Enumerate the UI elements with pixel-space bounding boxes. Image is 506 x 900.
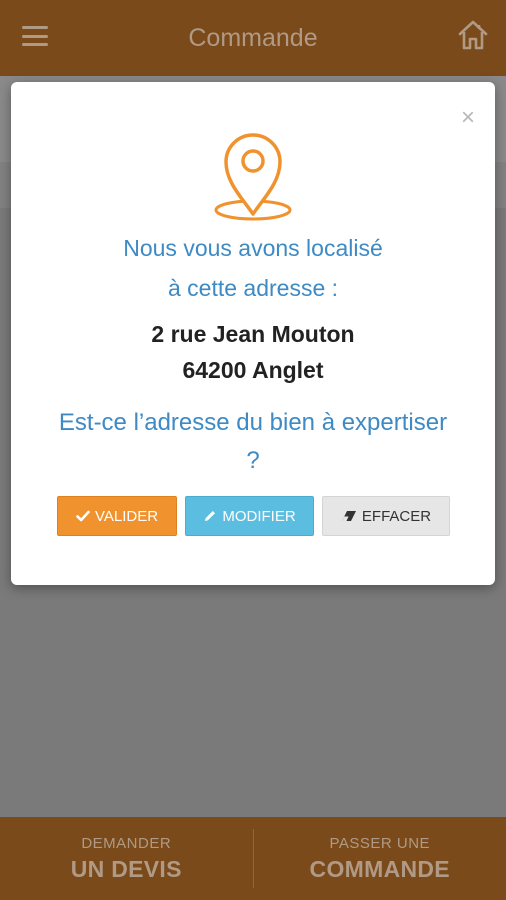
- validate-button[interactable]: VALIDER: [57, 496, 177, 536]
- top-app-bar: Commande: [0, 0, 506, 76]
- address-city: 64200 Anglet: [182, 357, 324, 383]
- close-icon[interactable]: ×: [461, 106, 475, 130]
- clear-button-label: EFFACER: [361, 507, 432, 525]
- located-message: Nous vous avons localisé à cette adresse…: [11, 228, 495, 308]
- validate-button-label: VALIDER: [94, 507, 159, 525]
- modal-actions: VALIDER MODIFIER EFFACER: [57, 496, 450, 536]
- address-confirmation-modal: × Nous vous avons localisé à cette adres…: [11, 82, 495, 585]
- place-order-big-label: COMMANDE: [309, 855, 450, 882]
- place-order-button[interactable]: PASSER UNE COMMANDE: [254, 817, 506, 900]
- located-line-2: à cette adresse :: [167, 275, 339, 301]
- location-pin-icon: [214, 133, 292, 221]
- hamburger-icon[interactable]: [22, 26, 48, 46]
- question-line-1: Est-ce l’adresse du bien à expertiser: [58, 409, 448, 436]
- detected-address: 2 rue Jean Mouton 64200 Anglet: [11, 316, 495, 388]
- located-line-1: Nous vous avons localisé: [123, 235, 383, 261]
- home-icon[interactable]: [456, 18, 490, 52]
- address-street: 2 rue Jean Mouton: [151, 321, 355, 347]
- question-line-2: ?: [246, 447, 260, 474]
- clear-button[interactable]: EFFACER: [322, 496, 450, 536]
- bottom-action-bar: DEMANDER UN DEVIS PASSER UNE COMMANDE: [0, 817, 506, 900]
- eraser-icon: [341, 511, 356, 521]
- place-order-small-label: PASSER UNE: [329, 834, 431, 852]
- request-quote-big-label: UN DEVIS: [70, 855, 182, 882]
- modify-button[interactable]: MODIFIER: [185, 496, 314, 536]
- check-icon: [76, 510, 90, 522]
- confirmation-question: Est-ce l’adresse du bien à expertiser ?: [23, 404, 483, 480]
- modify-button-label: MODIFIER: [222, 507, 296, 525]
- page-title: Commande: [188, 23, 318, 52]
- request-quote-button[interactable]: DEMANDER UN DEVIS: [0, 817, 253, 900]
- pencil-icon: [205, 511, 216, 521]
- request-quote-small-label: DEMANDER: [81, 834, 172, 852]
